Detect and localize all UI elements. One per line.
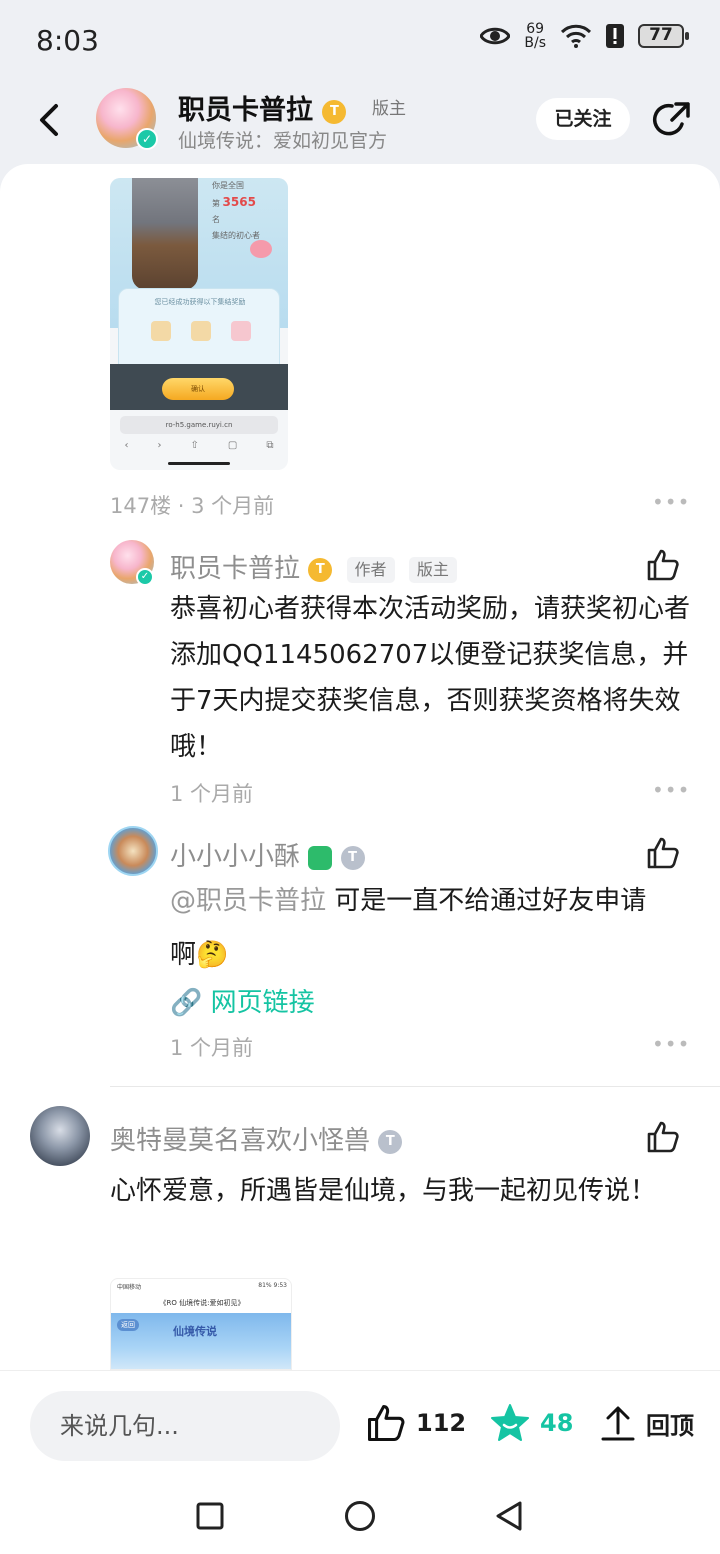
alert-icon [606,24,624,48]
battery-icon: 77 [638,24,689,48]
reply-text: @职员卡普拉 可是一直不给通过好友申请啊🤔 [170,886,647,970]
divider [110,1086,720,1087]
bottom-action-bar: 来说几句... 112 48 回顶 [0,1370,720,1480]
post-image[interactable]: 你是全国 第 3565 名 集结的初心者 您已经成功获得以下集结奖励 确认 ro… [110,178,288,470]
share-icon[interactable] [652,100,692,140]
back-to-top-button[interactable]: 回顶 [600,1403,694,1443]
reply-time: 1 个月前 [170,782,254,806]
like-icon[interactable] [646,836,680,870]
moderator-tag: 版主 [408,556,457,583]
back-icon[interactable] [32,100,68,140]
more-icon[interactable]: ••• [652,1032,690,1056]
wifi-icon [560,24,592,48]
level-badge-icon: T [340,845,365,870]
reply-author[interactable]: 小小小小酥 T [170,836,365,873]
level-badge-icon: T [378,1129,403,1154]
like-icon[interactable] [646,1120,680,1154]
browser-nav: ‹ › ⇧ ▢ ⧉ [124,440,274,451]
like-count: 112 [416,1409,467,1437]
comment-author[interactable]: 奥特曼莫名喜欢小怪兽 T [110,1120,403,1157]
author-subtitle: 仙境传说：爱如初见官方 [178,130,388,152]
url-bar: ro-h5.game.ruyi.cn [120,416,278,434]
author-name[interactable]: 职员卡普拉 T [178,88,347,127]
system-nav-bar [0,1480,720,1554]
gift-icon [231,321,251,341]
recents-icon[interactable] [196,1502,224,1530]
star-icon [491,1404,529,1441]
reply-author[interactable]: 职员卡普拉 T 作者 版主 [170,548,457,585]
more-icon[interactable]: ••• [652,490,690,514]
home-icon[interactable] [344,1500,376,1532]
floor-meta: 147楼 · 3 个月前 [110,494,275,518]
follow-button[interactable]: 已关注 [536,98,630,140]
comment-text: 心怀爱意，所遇皆是仙境，与我一起初见传说！ [110,1176,657,1206]
more-icon[interactable]: ••• [652,778,690,802]
web-link[interactable]: 🔗 网页链接 [170,982,315,1019]
author-tag: 作者 [346,556,395,583]
clock: 8:03 [36,24,99,57]
comment-thread: 你是全国 第 3565 名 集结的初心者 您已经成功获得以下集结奖励 确认 ro… [0,164,720,1370]
page-title: 《RO 仙境传说:爱如初见》 [159,1299,245,1307]
comment-input[interactable]: 来说几句... [30,1391,340,1461]
like-icon [368,1405,405,1441]
thinking-emoji-icon: 🤔 [196,940,229,970]
gift-icon [151,321,171,341]
verified-icon: ✓ [136,128,158,150]
status-bar: 8:03 69 B/s 77 [0,0,720,84]
reply-text: 恭喜初心者获得本次活动奖励，请获奖初心者添加QQ1145062707以便登记获奖… [170,594,691,762]
upload-arrow-icon [601,1406,635,1441]
rank-text: 你是全国 第 3565 名 集结的初心者 [212,181,260,240]
eye-icon [480,27,511,45]
comment-image[interactable]: 中国移动 81% 9:53 《RO 仙境传说:爱如初见》 返回 仙境传说 [110,1278,292,1370]
level-badge-icon: T [308,557,333,582]
level-badge-icon: T [322,99,347,124]
game-badge-icon [308,845,333,870]
gift-icon [191,321,211,341]
favorite-button[interactable]: 48 [490,1403,573,1443]
favorite-count: 48 [540,1409,574,1437]
reply-avatar[interactable] [108,826,158,876]
mention-link[interactable]: @职员卡普拉 [170,886,326,916]
like-icon[interactable] [646,548,680,582]
character-figure [132,178,198,290]
verified-icon: ✓ [136,568,154,586]
game-logo: 仙境传说 [173,1325,217,1338]
post-header: ✓ 职员卡普拉 T 版主 仙境传说：爱如初见官方 已关注 [0,84,720,164]
like-button[interactable]: 112 [366,1403,466,1443]
back-to-top-label: 回顶 [646,1411,694,1440]
reply-time: 1 个月前 [170,1036,254,1060]
role-label: 版主 [372,99,406,119]
confirm-button: 确认 [162,378,234,400]
back-nav-icon[interactable] [494,1500,524,1532]
pig-mascot-icon [250,240,272,258]
comment-avatar[interactable] [30,1106,90,1166]
link-icon: 🔗 [170,988,203,1018]
network-speed: 69 B/s [524,21,546,51]
